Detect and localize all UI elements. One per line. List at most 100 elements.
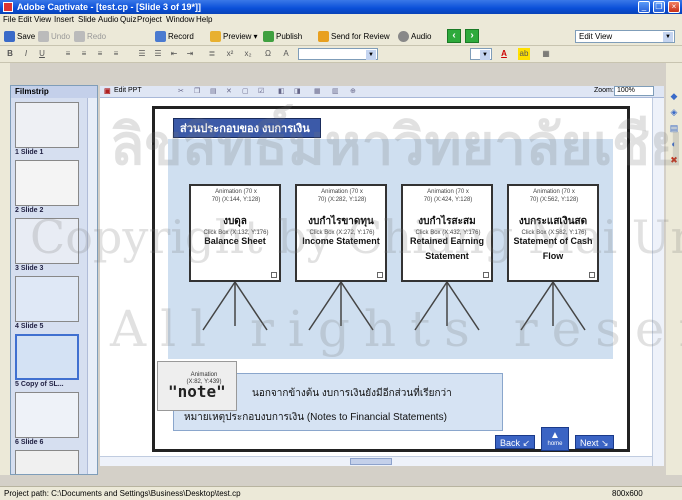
filmstrip-panel[interactable]: Filmstrip 1 Slide 1 2 Slide 2 3 Slide 3 … [10, 85, 98, 475]
animation-placeholder[interactable]: Animation (70 x 70) (X:144, Y:128) [211, 188, 261, 204]
menu-file[interactable]: File [3, 15, 16, 24]
grid-icon[interactable]: ▦ [314, 87, 321, 95]
stage-horizontal-scrollbar[interactable] [100, 456, 652, 466]
back-button[interactable]: Back ↙ [495, 435, 536, 449]
menu-quiz[interactable]: Quiz [120, 15, 136, 24]
audio-button[interactable]: Audio [398, 29, 431, 43]
zoom-select[interactable]: 100% [614, 86, 654, 96]
timeline-panel-icon[interactable]: ◐ [669, 139, 679, 149]
resize-handle-icon[interactable] [271, 272, 277, 278]
align-center-icon[interactable]: ≡ [78, 48, 90, 60]
copy-icon[interactable]: ❐ [194, 87, 200, 95]
properties-icon[interactable]: ▢ [242, 87, 249, 95]
animation-placeholder[interactable]: Animation (70 x 70) (X:282, Y:128) [317, 188, 367, 204]
menu-project[interactable]: Project [137, 15, 162, 24]
easel-retained-earning[interactable]: Animation (70 x 70) (X:424, Y:128) งบกำไ… [401, 184, 493, 282]
easel-balance-sheet[interactable]: Animation (70 x 70) (X:144, Y:128) งบดุล… [189, 184, 281, 282]
slide-thumbnail-5[interactable] [15, 334, 79, 380]
subscript-icon[interactable]: x₂ [242, 48, 254, 60]
menu-view[interactable]: View [34, 15, 51, 24]
slide-thumbnail-1[interactable] [15, 102, 79, 148]
note-graphic[interactable]: Animation (X:82, Y:439) "note" [157, 361, 237, 411]
delete-panel-icon[interactable]: ✖ [669, 155, 679, 165]
restore-button[interactable]: ❐ [653, 1, 665, 13]
status-bar: Project path: C:\Documents and Settings\… [0, 486, 682, 500]
slide-label-5: 5 Copy of SL... [15, 381, 64, 388]
library-icon[interactable]: ◈ [669, 107, 679, 117]
properties-icon[interactable]: ◆ [669, 91, 679, 101]
previous-slide-button[interactable]: ‹ [447, 29, 461, 43]
filmstrip-header[interactable]: Filmstrip [11, 86, 97, 98]
superscript-icon[interactable]: x² [224, 48, 236, 60]
variable-icon[interactable]: A [280, 48, 292, 60]
zoom-label: Zoom: [594, 87, 614, 94]
align-panel-icon[interactable]: ▤ [669, 123, 679, 133]
symbol-icon[interactable]: Ω [262, 48, 274, 60]
timeline-icon[interactable]: ▥ [332, 87, 339, 95]
home-button[interactable]: ▲ home [541, 427, 569, 451]
paste-icon[interactable]: ▤ [210, 87, 217, 95]
menu-window[interactable]: Window [166, 15, 194, 24]
view-mode-select[interactable]: Edit View ▼ [575, 30, 675, 43]
slide-thumbnail-2[interactable] [15, 160, 79, 206]
next-button[interactable]: Next ↘ [575, 435, 614, 449]
filmstrip-scrollbar[interactable] [87, 98, 97, 474]
slide-thumbnail-7[interactable] [15, 450, 79, 474]
highlight-color-icon[interactable]: ab [518, 48, 530, 60]
menu-help[interactable]: Help [196, 15, 212, 24]
next-slide-button[interactable]: › [465, 29, 479, 43]
align-icon[interactable]: ◧ [278, 87, 285, 95]
publish-button[interactable]: Publish [263, 29, 302, 43]
format-extra-icon[interactable]: ▦ [540, 48, 552, 60]
cut-icon[interactable]: ✂ [178, 87, 184, 95]
stage-vertical-scrollbar[interactable] [652, 98, 664, 466]
edit-ppt-button[interactable]: Edit PPT [114, 87, 142, 94]
redo-button[interactable]: Redo [74, 29, 106, 43]
slide-title[interactable]: ส่วนประกอบของ งบการเงิน [173, 118, 321, 138]
resize-handle-icon[interactable] [483, 272, 489, 278]
undo-button[interactable]: Undo [38, 29, 70, 43]
font-color-icon[interactable]: A [498, 48, 510, 60]
send-for-review-button[interactable]: Send for Review [318, 29, 390, 43]
bullets-icon[interactable]: ☰ [136, 48, 148, 60]
close-button[interactable]: × [668, 1, 680, 13]
menu-audio[interactable]: Audio [98, 15, 118, 24]
numbering-icon[interactable]: ☰ [152, 48, 164, 60]
slide-thumbnail-4[interactable] [15, 276, 79, 322]
menu-slide[interactable]: Slide [78, 15, 96, 24]
menu-insert[interactable]: Insert [54, 15, 74, 24]
italic-button[interactable]: I [20, 48, 32, 60]
zoom-fit-icon[interactable]: ⊕ [350, 87, 356, 95]
bold-button[interactable]: B [4, 48, 16, 60]
slide-thumbnail-6[interactable] [15, 392, 79, 438]
group-icon[interactable]: ◨ [294, 87, 301, 95]
justify-icon[interactable]: ≡ [110, 48, 122, 60]
animation-placeholder[interactable]: Animation (70 x 70) (X:424, Y:128) [423, 188, 473, 204]
decrease-indent-icon[interactable]: ⇤ [168, 48, 180, 60]
window-title-bar[interactable]: Adobe Captivate - [test.cp - [Slide 3 of… [0, 0, 682, 14]
slide-thumbnail-3[interactable] [15, 218, 79, 264]
save-button[interactable]: Save [4, 29, 35, 43]
slide-canvas[interactable]: ส่วนประกอบของ งบการเงิน Animation (70 x … [152, 106, 630, 452]
easel-english-label: Income Statement [302, 236, 380, 246]
object-icon[interactable]: ☑ [258, 87, 264, 95]
minimize-button[interactable]: _ [638, 1, 650, 13]
font-select[interactable]: ▼ [298, 48, 378, 60]
edit-ppt-icon[interactable]: ▣ [104, 87, 111, 95]
increase-indent-icon[interactable]: ⇥ [184, 48, 196, 60]
resize-handle-icon[interactable] [589, 272, 595, 278]
easel-cash-flow[interactable]: Animation (70 x 70) (X:562, Y:128) งบกระ… [507, 184, 599, 282]
underline-button[interactable]: U [36, 48, 48, 60]
animation-placeholder[interactable]: Animation (70 x 70) (X:562, Y:128) [529, 188, 579, 204]
resize-handle-icon[interactable] [377, 272, 383, 278]
align-right-icon[interactable]: ≡ [94, 48, 106, 60]
line-spacing-icon[interactable]: ≣ [206, 48, 218, 60]
align-left-icon[interactable]: ≡ [62, 48, 74, 60]
font-size-select[interactable]: ▼ [470, 48, 492, 60]
preview-button[interactable]: Preview ▾ [210, 29, 257, 43]
record-button[interactable]: Record [155, 29, 194, 43]
easel-income-statement[interactable]: Animation (70 x 70) (X:282, Y:128) งบกำไ… [295, 184, 387, 282]
delete-icon[interactable]: ✕ [226, 87, 232, 95]
menu-edit[interactable]: Edit [18, 15, 32, 24]
scroll-thumb[interactable] [350, 458, 392, 465]
